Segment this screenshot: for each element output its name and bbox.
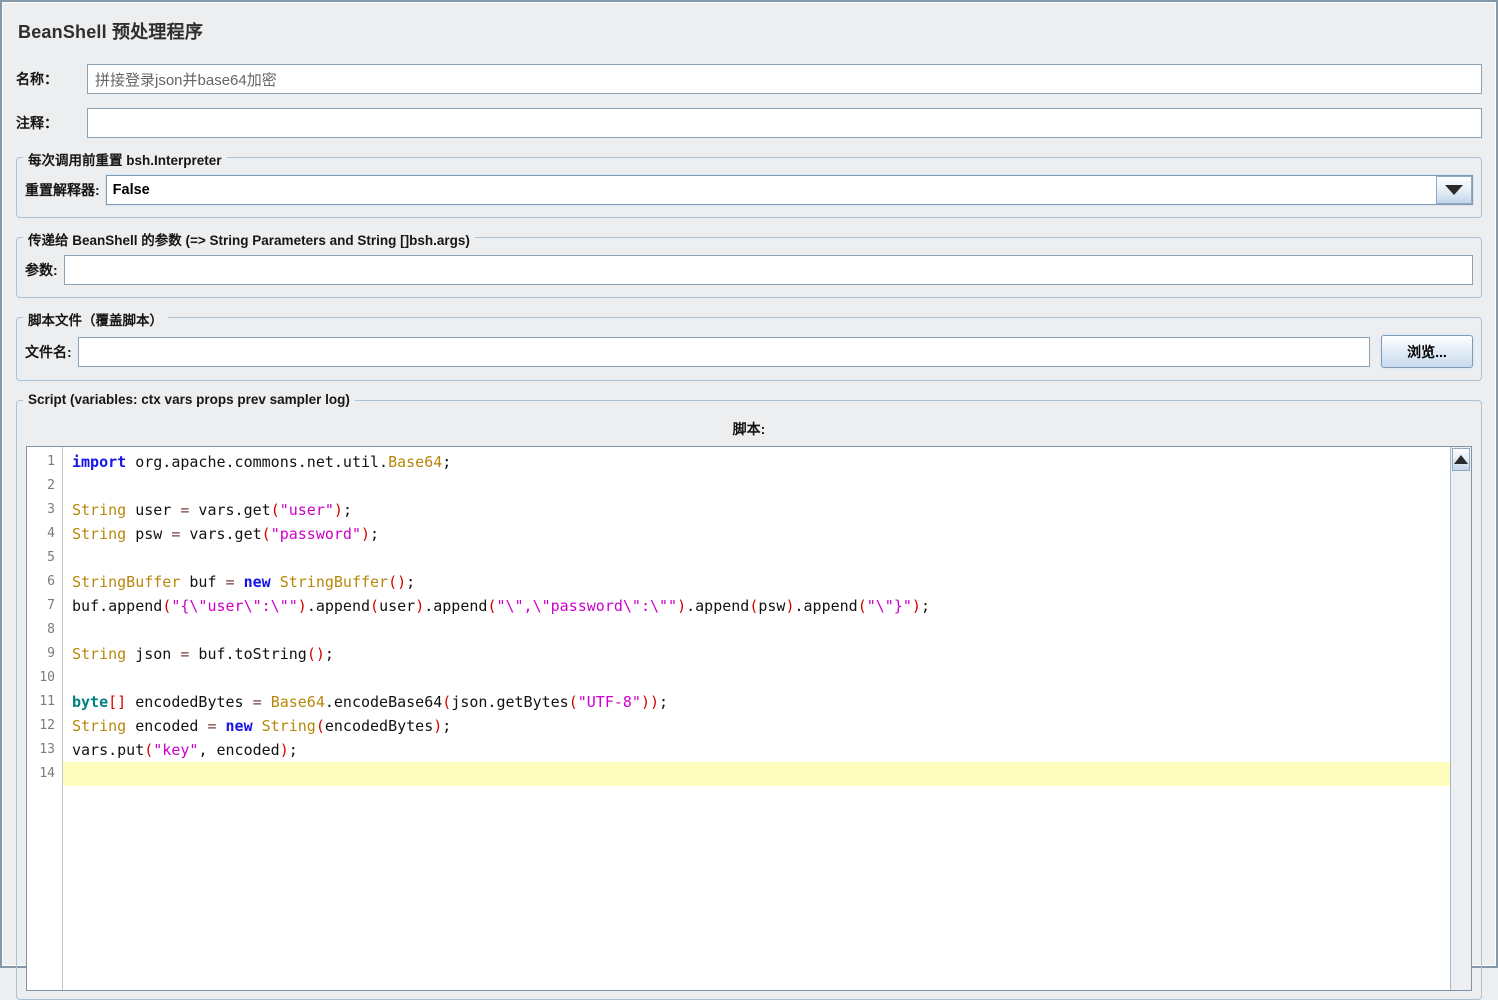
parameters-group-title: 传递给 BeanShell 的参数 (=> String Parameters … <box>23 229 475 249</box>
line-number: 13 <box>27 738 62 762</box>
comment-row: 注释： <box>16 108 1482 138</box>
line-number: 4 <box>27 522 62 546</box>
reset-interpreter-group-title: 每次调用前重置 bsh.Interpreter <box>23 149 227 169</box>
comment-label: 注释： <box>16 113 87 133</box>
line-number: 6 <box>27 570 62 594</box>
filename-label: 文件名: <box>25 342 72 362</box>
filename-input[interactable] <box>78 337 1370 367</box>
reset-interpreter-label: 重置解释器: <box>25 180 100 200</box>
script-group-title: Script (variables: ctx vars props prev s… <box>23 392 355 407</box>
code-line-4[interactable]: String psw = vars.get("password"); <box>63 522 1450 546</box>
parameters-input[interactable] <box>64 255 1473 285</box>
reset-interpreter-selected-value: False <box>107 176 1436 204</box>
code-line-11[interactable]: byte[] encodedBytes = Base64.encodeBase6… <box>63 690 1450 714</box>
script-label: 脚本: <box>25 419 1473 439</box>
gutter: 1234567891011121314 <box>27 447 63 990</box>
code-line-9[interactable]: String json = buf.toString(); <box>63 642 1450 666</box>
name-label: 名称： <box>16 69 87 89</box>
line-number: 11 <box>27 690 62 714</box>
code-line-5[interactable] <box>63 546 1450 570</box>
code-line-6[interactable]: StringBuffer buf = new StringBuffer(); <box>63 570 1450 594</box>
script-group: Script (variables: ctx vars props prev s… <box>16 400 1482 1000</box>
code-line-2[interactable] <box>63 474 1450 498</box>
code-line-10[interactable] <box>63 666 1450 690</box>
browse-button[interactable]: 浏览... <box>1381 335 1473 368</box>
beanshell-preprocessor-panel: BeanShell 预处理程序 名称： 注释： 每次调用前重置 bsh.Inte… <box>2 2 1496 1000</box>
script-editor[interactable]: 1234567891011121314 import org.apache.co… <box>26 446 1472 991</box>
name-row: 名称： <box>16 64 1482 94</box>
code-lines[interactable]: import org.apache.commons.net.util.Base6… <box>63 447 1450 990</box>
line-number: 3 <box>27 498 62 522</box>
script-file-group-title: 脚本文件（覆盖脚本） <box>23 309 168 329</box>
reset-interpreter-select[interactable]: False <box>106 175 1473 205</box>
reset-interpreter-dropdown-button[interactable] <box>1436 176 1472 204</box>
chevron-up-icon <box>1454 455 1468 464</box>
line-number: 8 <box>27 618 62 642</box>
line-number: 14 <box>27 762 62 786</box>
parameters-group: 传递给 BeanShell 的参数 (=> String Parameters … <box>16 237 1482 298</box>
code-line-13[interactable]: vars.put("key", encoded); <box>63 738 1450 762</box>
code-line-12[interactable]: String encoded = new String(encodedBytes… <box>63 714 1450 738</box>
line-number: 1 <box>27 450 62 474</box>
page-title: BeanShell 预处理程序 <box>18 18 1482 44</box>
scrollbar-track[interactable] <box>1451 472 1471 990</box>
comment-input[interactable] <box>87 108 1482 138</box>
code-line-14[interactable] <box>63 762 1450 786</box>
script-file-group: 脚本文件（覆盖脚本） 文件名: 浏览... <box>16 317 1482 381</box>
vertical-scrollbar[interactable] <box>1450 447 1471 990</box>
code-line-3[interactable]: String user = vars.get("user"); <box>63 498 1450 522</box>
reset-interpreter-group: 每次调用前重置 bsh.Interpreter 重置解释器: False <box>16 157 1482 218</box>
line-number: 12 <box>27 714 62 738</box>
parameters-label: 参数: <box>25 260 58 280</box>
chevron-down-icon <box>1445 185 1463 195</box>
scrollbar-up-button[interactable] <box>1452 448 1470 471</box>
line-number: 10 <box>27 666 62 690</box>
name-input[interactable] <box>87 64 1482 94</box>
code-line-8[interactable] <box>63 618 1450 642</box>
line-number: 9 <box>27 642 62 666</box>
code-line-7[interactable]: buf.append("{\"user\":\"").append(user).… <box>63 594 1450 618</box>
line-number: 7 <box>27 594 62 618</box>
line-number: 2 <box>27 474 62 498</box>
code-line-1[interactable]: import org.apache.commons.net.util.Base6… <box>63 450 1450 474</box>
line-number: 5 <box>27 546 62 570</box>
